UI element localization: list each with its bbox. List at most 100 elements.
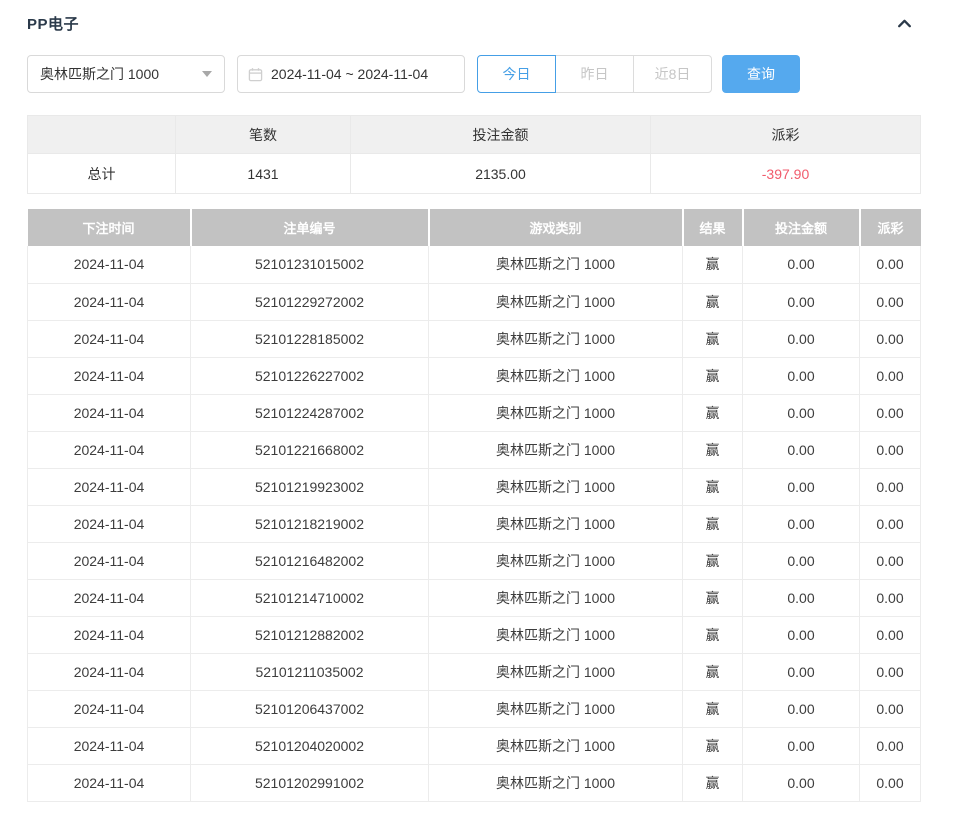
- cell-payout: 0.00: [860, 690, 921, 727]
- filter-bar: 奥林匹斯之门 1000 2024-11-04 ~ 2024-11-04 今日昨日…: [27, 55, 920, 93]
- cell-game-type: 奥林匹斯之门 1000: [429, 690, 683, 727]
- cell-bet-amount: 0.00: [743, 357, 860, 394]
- table-row: 2024-11-0452101228185002奥林匹斯之门 1000赢0.00…: [28, 320, 921, 357]
- cell-payout: 0.00: [860, 579, 921, 616]
- quick-range-button-昨日[interactable]: 昨日: [555, 55, 634, 93]
- cell-bet-id: 52101226227002: [191, 357, 429, 394]
- table-row: 2024-11-0452101214710002奥林匹斯之门 1000赢0.00…: [28, 579, 921, 616]
- cell-result: 赢: [683, 764, 743, 801]
- bet-records-table: 下注时间 注单编号 游戏类别 结果 投注金额 派彩 2024-11-045210…: [27, 209, 921, 802]
- cell-bet-amount: 0.00: [743, 764, 860, 801]
- search-button[interactable]: 查询: [722, 55, 800, 93]
- summary-header-bet-amount: 投注金额: [351, 116, 651, 154]
- cell-bet-amount: 0.00: [743, 616, 860, 653]
- cell-bet-id: 52101202991002: [191, 764, 429, 801]
- cell-bet-amount: 0.00: [743, 283, 860, 320]
- cell-result: 赢: [683, 690, 743, 727]
- cell-game-type: 奥林匹斯之门 1000: [429, 431, 683, 468]
- summary-header-count: 笔数: [176, 116, 351, 154]
- cell-bet-id: 52101211035002: [191, 653, 429, 690]
- col-header-bet-id: 注单编号: [191, 209, 429, 246]
- cell-game-type: 奥林匹斯之门 1000: [429, 727, 683, 764]
- table-row: 2024-11-0452101218219002奥林匹斯之门 1000赢0.00…: [28, 505, 921, 542]
- col-header-payout: 派彩: [860, 209, 921, 246]
- cell-bet-id: 52101228185002: [191, 320, 429, 357]
- cell-bet-id: 52101218219002: [191, 505, 429, 542]
- cell-bet-time: 2024-11-04: [28, 468, 191, 505]
- game-select-value: 奥林匹斯之门 1000: [40, 64, 159, 84]
- cell-bet-time: 2024-11-04: [28, 542, 191, 579]
- cell-result: 赢: [683, 246, 743, 283]
- cell-bet-amount: 0.00: [743, 579, 860, 616]
- cell-game-type: 奥林匹斯之门 1000: [429, 320, 683, 357]
- cell-bet-time: 2024-11-04: [28, 616, 191, 653]
- summary-total-bet-amount: 2135.00: [351, 154, 651, 194]
- table-row: 2024-11-0452101202991002奥林匹斯之门 1000赢0.00…: [28, 764, 921, 801]
- bet-table-body: 2024-11-0452101231015002奥林匹斯之门 1000赢0.00…: [28, 246, 921, 801]
- cell-game-type: 奥林匹斯之门 1000: [429, 653, 683, 690]
- cell-game-type: 奥林匹斯之门 1000: [429, 283, 683, 320]
- cell-bet-id: 52101224287002: [191, 394, 429, 431]
- summary-header-row: 笔数 投注金额 派彩: [28, 116, 921, 154]
- table-row: 2024-11-0452101224287002奥林匹斯之门 1000赢0.00…: [28, 394, 921, 431]
- cell-bet-amount: 0.00: [743, 505, 860, 542]
- summary-table: 笔数 投注金额 派彩 总计 1431 2135.00 -397.90: [27, 115, 921, 194]
- cell-bet-time: 2024-11-04: [28, 764, 191, 801]
- cell-result: 赢: [683, 579, 743, 616]
- table-row: 2024-11-0452101226227002奥林匹斯之门 1000赢0.00…: [28, 357, 921, 394]
- cell-bet-amount: 0.00: [743, 468, 860, 505]
- table-row: 2024-11-0452101229272002奥林匹斯之门 1000赢0.00…: [28, 283, 921, 320]
- cell-payout: 0.00: [860, 727, 921, 764]
- date-range-input[interactable]: 2024-11-04 ~ 2024-11-04: [237, 55, 465, 93]
- cell-payout: 0.00: [860, 357, 921, 394]
- table-row: 2024-11-0452101219923002奥林匹斯之门 1000赢0.00…: [28, 468, 921, 505]
- cell-bet-amount: 0.00: [743, 394, 860, 431]
- cell-game-type: 奥林匹斯之门 1000: [429, 468, 683, 505]
- quick-range-button-近8日[interactable]: 近8日: [633, 55, 712, 93]
- cell-bet-id: 52101212882002: [191, 616, 429, 653]
- cell-game-type: 奥林匹斯之门 1000: [429, 616, 683, 653]
- cell-bet-id: 52101229272002: [191, 283, 429, 320]
- cell-bet-time: 2024-11-04: [28, 357, 191, 394]
- cell-payout: 0.00: [860, 431, 921, 468]
- cell-bet-time: 2024-11-04: [28, 579, 191, 616]
- cell-bet-id: 52101216482002: [191, 542, 429, 579]
- quick-range-button-今日[interactable]: 今日: [477, 55, 556, 93]
- cell-bet-time: 2024-11-04: [28, 246, 191, 283]
- cell-payout: 0.00: [860, 394, 921, 431]
- cell-payout: 0.00: [860, 246, 921, 283]
- cell-bet-amount: 0.00: [743, 690, 860, 727]
- col-header-game-type: 游戏类别: [429, 209, 683, 246]
- bet-table-header-row: 下注时间 注单编号 游戏类别 结果 投注金额 派彩: [28, 209, 921, 246]
- summary-total-payout: -397.90: [651, 154, 921, 194]
- cell-result: 赢: [683, 357, 743, 394]
- cell-game-type: 奥林匹斯之门 1000: [429, 394, 683, 431]
- cell-result: 赢: [683, 394, 743, 431]
- cell-game-type: 奥林匹斯之门 1000: [429, 579, 683, 616]
- cell-result: 赢: [683, 727, 743, 764]
- summary-total-count: 1431: [176, 154, 351, 194]
- cell-payout: 0.00: [860, 542, 921, 579]
- cell-bet-id: 52101204020002: [191, 727, 429, 764]
- cell-bet-time: 2024-11-04: [28, 690, 191, 727]
- cell-bet-amount: 0.00: [743, 653, 860, 690]
- calendar-icon: [248, 67, 263, 82]
- summary-header-payout: 派彩: [651, 116, 921, 154]
- cell-bet-time: 2024-11-04: [28, 283, 191, 320]
- cell-bet-amount: 0.00: [743, 320, 860, 357]
- cell-result: 赢: [683, 431, 743, 468]
- cell-bet-id: 52101231015002: [191, 246, 429, 283]
- col-header-bet-time: 下注时间: [28, 209, 191, 246]
- game-select[interactable]: 奥林匹斯之门 1000: [27, 55, 225, 93]
- collapse-button[interactable]: [894, 14, 914, 34]
- col-header-bet-amount: 投注金额: [743, 209, 860, 246]
- cell-game-type: 奥林匹斯之门 1000: [429, 505, 683, 542]
- cell-payout: 0.00: [860, 764, 921, 801]
- table-row: 2024-11-0452101204020002奥林匹斯之门 1000赢0.00…: [28, 727, 921, 764]
- table-row: 2024-11-0452101212882002奥林匹斯之门 1000赢0.00…: [28, 616, 921, 653]
- cell-payout: 0.00: [860, 653, 921, 690]
- cell-payout: 0.00: [860, 468, 921, 505]
- cell-bet-time: 2024-11-04: [28, 505, 191, 542]
- cell-result: 赢: [683, 542, 743, 579]
- cell-bet-id: 52101214710002: [191, 579, 429, 616]
